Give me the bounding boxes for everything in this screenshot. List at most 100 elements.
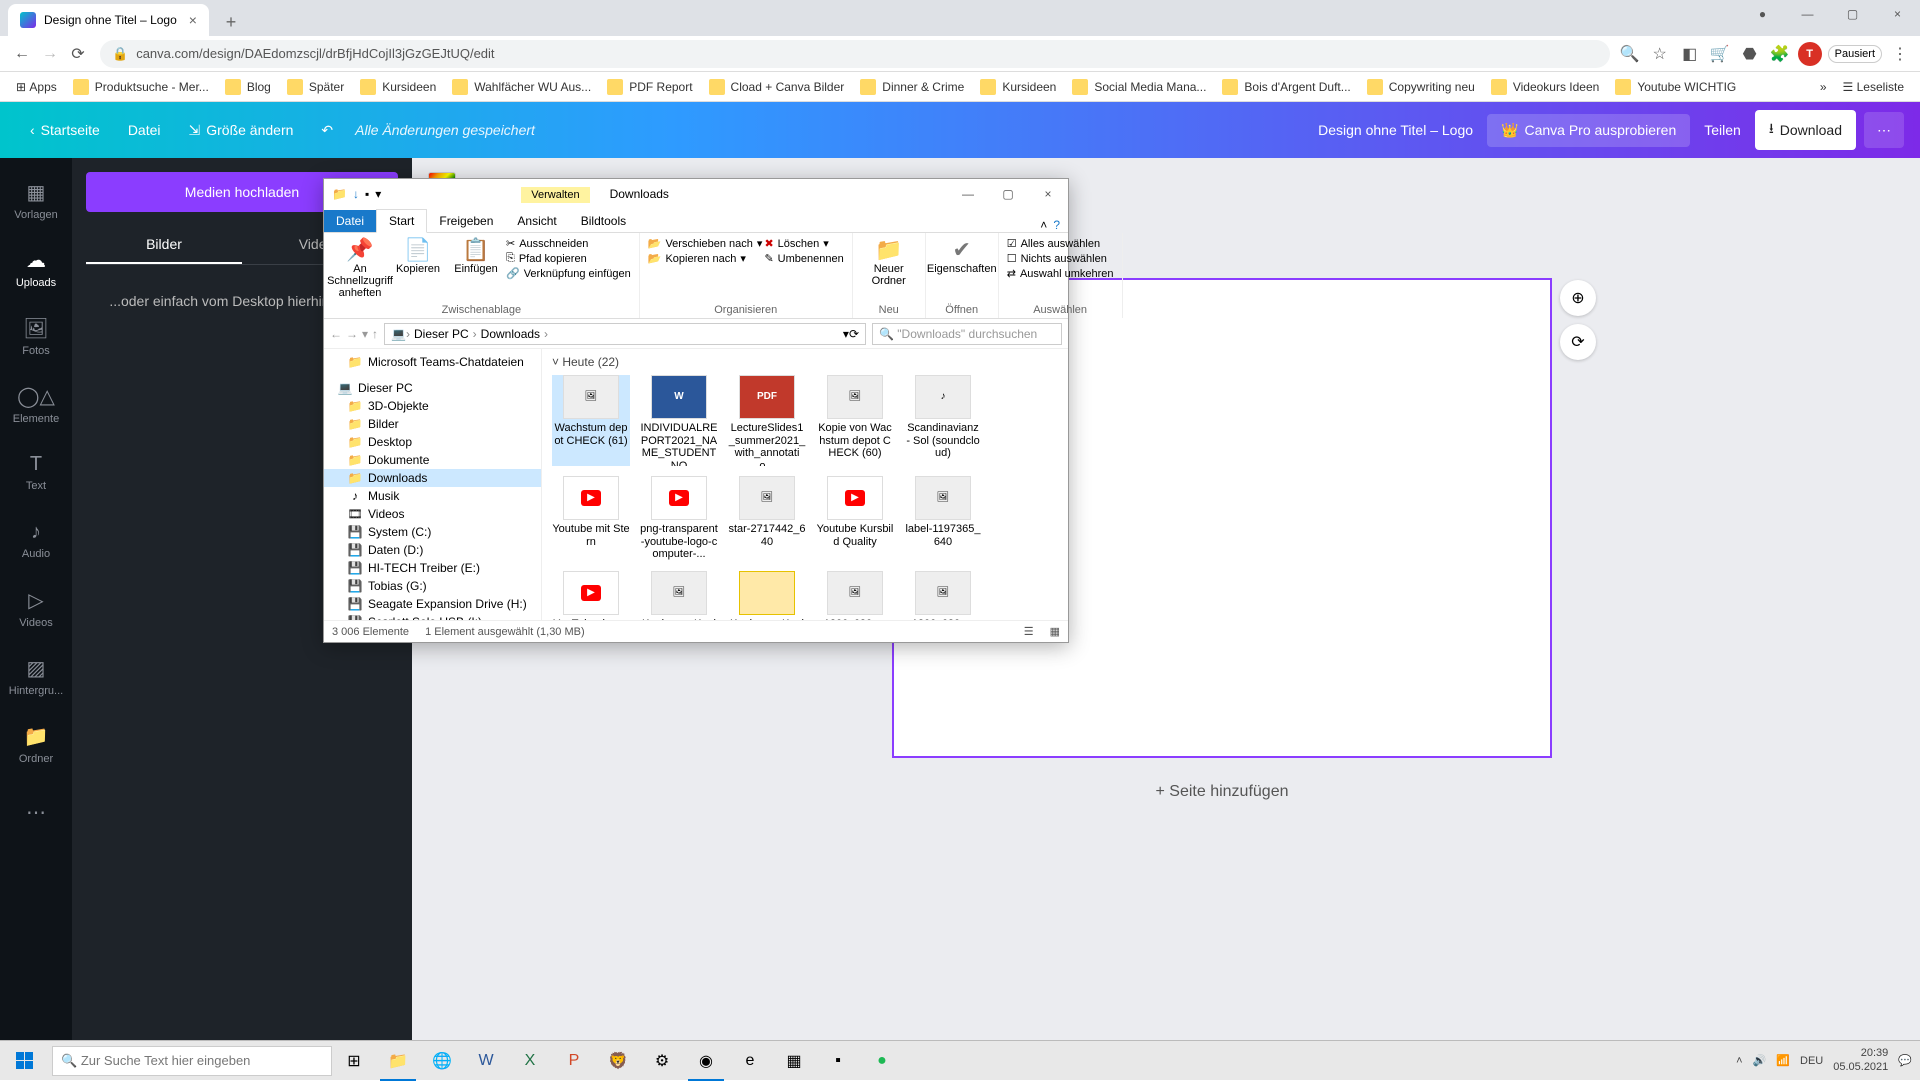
apps-button[interactable]: ⊞ Apps [8,80,65,94]
move-to-button[interactable]: 📂Verschieben nach ▾ [648,237,763,250]
task-word-icon[interactable]: W [464,1041,508,1081]
undo-button[interactable]: ↶ [307,102,347,158]
file-item[interactable]: ▶Youtube Kursbild Quality [816,476,894,561]
file-item[interactable]: ▶YouTube_icon_(2013-2017) [552,571,630,620]
down-icon[interactable]: ↓ [353,187,359,201]
zoom-icon[interactable]: 🔍 [1618,42,1642,66]
address-path[interactable]: 💻 › Dieser PC › Downloads › ▾ ⟳ [384,323,866,345]
copy-button[interactable]: 📄Kopieren [390,237,446,299]
profile-avatar[interactable]: T [1798,42,1822,66]
file-item[interactable]: PDFLectureSlides1_summer2021_with_annota… [728,375,806,466]
check-icon[interactable]: ▪ [365,187,369,201]
bookmark-item[interactable]: Kursideen [352,79,444,95]
nav-back-icon[interactable]: ← [330,327,342,341]
rail-audio[interactable]: ♪Audio [0,506,72,574]
task-view-icon[interactable]: ⊞ [332,1041,376,1081]
task-app1-icon[interactable]: ▦ [772,1041,816,1081]
file-item[interactable]: WINDIVIDUALREPORT2021_NAME_STUDENTNO [640,375,718,466]
rail-videos[interactable]: ▷Videos [0,574,72,642]
rail-elements[interactable]: ◯△Elemente [0,370,72,438]
tray-chevron-icon[interactable]: ˄ [1736,1055,1742,1067]
tree-item[interactable]: 📁Bilder [324,415,541,433]
close-icon[interactable]: × [1875,0,1920,28]
reading-list[interactable]: ☰ Leseliste [1835,80,1912,94]
design-title[interactable]: Design ohne Titel – Logo [1304,102,1487,158]
context-tab[interactable]: Verwalten [521,187,589,203]
help-ribbon-icon[interactable]: ? [1053,218,1060,232]
task-chrome-icon[interactable]: ◉ [684,1041,728,1081]
task-edge-icon[interactable]: 🌐 [420,1041,464,1081]
file-item[interactable]: ▶png-transparent-youtube-logo-computer-.… [640,476,718,561]
tree-item[interactable]: 💾Daten (D:) [324,541,541,559]
task-brave-icon[interactable]: 🦁 [596,1041,640,1081]
bookmark-item[interactable]: Blog [217,79,279,95]
tree-item[interactable]: ♪Musik [324,487,541,505]
tree-teams[interactable]: 📁Microsoft Teams-Chatdateien [324,353,541,371]
bookmark-item[interactable]: Wahlfächer WU Aus... [444,79,599,95]
ext1-icon[interactable]: ◧ [1678,42,1702,66]
path-refresh-icon[interactable]: ⟳ [849,327,859,341]
maximize-icon[interactable]: ▢ [1830,0,1875,28]
tree-item[interactable]: 🎞Videos [324,505,541,523]
task-explorer-icon[interactable]: 📁 [376,1041,420,1081]
dropdown-icon[interactable]: ▾ [375,187,381,201]
task-app2-icon[interactable]: ▪ [816,1041,860,1081]
try-pro-button[interactable]: 👑 Canva Pro ausprobieren [1487,114,1690,147]
file-item[interactable]: ♪Scandinavianz - Sol (soundcloud) [904,375,982,466]
file-item[interactable]: 🖼Kopie von Wachstum depot CHECK (60) [816,375,894,466]
tree-item[interactable]: 💾Seagate Expansion Drive (H:) [324,595,541,613]
minimize-button[interactable]: — [948,179,988,209]
file-item[interactable]: 🖼Wachstum depot CHECK (61) [552,375,630,466]
bookmark-item[interactable]: Kursideen [972,79,1064,95]
more-button[interactable]: ⋯ [1864,112,1904,148]
copy-path-button[interactable]: ⎘Pfad kopieren [506,252,631,265]
invert-select-button[interactable]: ⇄Auswahl umkehren [1007,267,1114,280]
paused-badge[interactable]: Pausiert [1828,45,1882,63]
resize-menu[interactable]: ⇲ Größe ändern [175,102,308,158]
bookmark-item[interactable]: PDF Report [599,79,700,95]
ribbon-tab-ansicht[interactable]: Ansicht [505,210,568,232]
select-none-button[interactable]: ☐Nichts auswählen [1007,252,1114,265]
bookmark-item[interactable]: Social Media Mana... [1064,79,1214,95]
add-page-button[interactable]: + Seite hinzufügen [892,783,1552,801]
star-icon[interactable]: ☆ [1648,42,1672,66]
back-button[interactable]: ← [8,40,36,68]
file-item[interactable]: 🖼Kopie von Kopie von 1) Black Friday (80… [640,571,718,620]
tree-item[interactable]: 💾System (C:) [324,523,541,541]
new-tab-button[interactable]: + [217,8,245,36]
bookmark-item[interactable]: Später [279,79,352,95]
file-item[interactable]: ▶Youtube mit Stern [552,476,630,561]
nav-tree[interactable]: 📁Microsoft Teams-Chatdateien 💻Dieser PC … [324,349,542,620]
bookmark-item[interactable]: Cload + Canva Bilder [701,79,853,95]
rail-text[interactable]: TText [0,438,72,506]
bookmark-item[interactable]: Produktsuche - Mer... [65,79,217,95]
tray-clock[interactable]: 20:39 05.05.2021 [1833,1047,1888,1073]
rail-templates[interactable]: ▦Vorlagen [0,166,72,234]
ribbon-tab-start[interactable]: Start [376,209,427,233]
select-all-button[interactable]: ☑Alles auswählen [1007,237,1114,250]
browser-tab[interactable]: Design ohne Titel – Logo × [8,4,209,36]
file-item[interactable]: 🖼label-1197365_640 [904,476,982,561]
file-group-header[interactable]: ˅ Heute (22) [552,355,1058,369]
view-details-icon[interactable]: ☰ [1024,625,1034,638]
path-pc[interactable]: Dieser PC [410,327,473,341]
task-excel-icon[interactable]: X [508,1041,552,1081]
bookmark-item[interactable]: Dinner & Crime [852,79,972,95]
tree-item[interactable]: 💾HI-TECH Treiber (E:) [324,559,541,577]
nav-up-icon[interactable]: ↑ [372,327,378,341]
download-button[interactable]: ⭳ Download [1755,110,1856,150]
other-bookmarks[interactable]: » [1812,80,1835,94]
path-downloads[interactable]: Downloads [477,327,544,341]
bookmark-item[interactable]: Youtube WICHTIG [1607,79,1744,95]
copy-to-button[interactable]: 📂Kopieren nach ▾ [648,252,763,265]
tray-volume-icon[interactable]: 🔊 [1753,1054,1767,1067]
tray-notifications-icon[interactable]: 💬 [1898,1054,1912,1067]
taskbar-search[interactable]: 🔍 Zur Suche Text hier eingeben [52,1046,332,1076]
paste-link-button[interactable]: 🔗Verknüpfung einfügen [506,267,631,280]
tree-item[interactable]: 💾Scarlett Solo USB (I:) [324,613,541,620]
maximize-button[interactable]: ▢ [988,179,1028,209]
minimize-icon[interactable]: — [1785,0,1830,28]
task-powerpoint-icon[interactable]: P [552,1041,596,1081]
rail-background[interactable]: ▨Hintergru... [0,642,72,710]
tree-item[interactable]: 📁Desktop [324,433,541,451]
